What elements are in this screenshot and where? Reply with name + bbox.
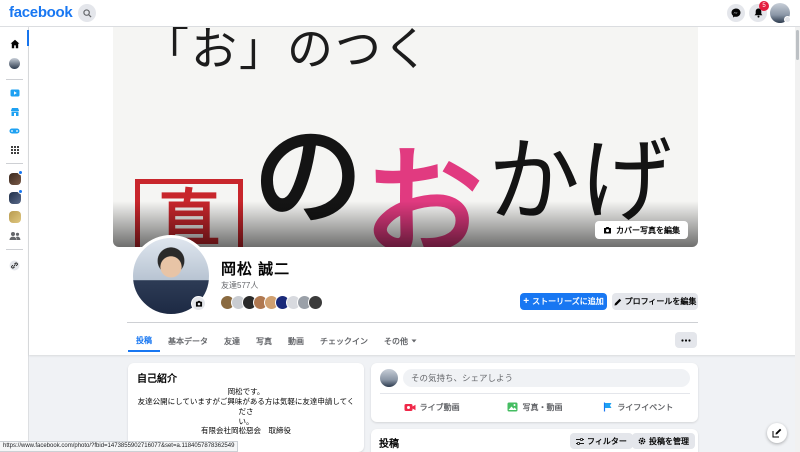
- new-message-button[interactable]: [767, 423, 787, 443]
- top-navigation-bar: facebook 5: [0, 0, 800, 27]
- photo-icon: [507, 402, 518, 412]
- profile-divider: [127, 322, 698, 323]
- manage-posts-button[interactable]: 投稿を管理: [632, 433, 695, 449]
- scrollbar-thumb[interactable]: [796, 30, 799, 60]
- left-rail: [0, 27, 29, 452]
- tab-videos[interactable]: 動画: [280, 330, 312, 352]
- tab-label: 友達: [224, 336, 240, 346]
- composer-input[interactable]: その気持ち、シェアしよう: [403, 369, 690, 387]
- camera-icon: [195, 300, 202, 307]
- tab-label: チェックイン: [320, 336, 368, 346]
- rail-divider: [6, 249, 23, 250]
- add-story-label: ストーリーズに追加: [532, 297, 604, 306]
- live-video-button[interactable]: ライブ動画: [380, 397, 483, 417]
- life-event-button[interactable]: ライフイベント: [587, 397, 690, 417]
- update-profile-picture-button[interactable]: [191, 296, 206, 311]
- gaming-icon[interactable]: [6, 122, 23, 139]
- filter-button[interactable]: フィルター: [570, 433, 633, 449]
- friends-count-link[interactable]: 友達577人: [221, 280, 258, 291]
- tab-label: その他: [384, 336, 408, 346]
- composer-avatar[interactable]: [380, 369, 398, 387]
- live-video-icon: [404, 403, 416, 411]
- profile-avatar-icon[interactable]: [6, 55, 23, 72]
- tab-more[interactable]: その他: [376, 330, 425, 352]
- more-options-button[interactable]: [675, 332, 697, 348]
- friend-avatars-row: [220, 295, 323, 310]
- photo-video-button[interactable]: 写真・動画: [483, 397, 586, 417]
- watch-icon[interactable]: [6, 84, 23, 101]
- bio-line: 友達公開にしていますがご興味がある方は気軽に友達申請してくださ: [137, 397, 355, 416]
- tab-label: 動画: [288, 336, 304, 346]
- page-scrollbar[interactable]: [795, 27, 800, 452]
- tab-checkins[interactable]: チェックイン: [312, 330, 376, 352]
- unread-dot: [18, 170, 23, 175]
- photo-video-label: 写真・動画: [522, 402, 563, 412]
- pencil-icon: [614, 298, 621, 305]
- intro-card: 自己紹介 岡松です。 友達公開にしていますがご興味がある方は気軽に友達申請してく…: [128, 363, 364, 452]
- link-icon[interactable]: [6, 257, 23, 274]
- search-icon: [82, 8, 92, 18]
- compose-icon: [772, 428, 782, 438]
- edit-profile-button[interactable]: プロフィールを編集: [612, 293, 698, 310]
- add-story-button[interactable]: + ストーリーズに追加: [520, 293, 607, 310]
- tab-about[interactable]: 基本データ: [160, 330, 216, 352]
- chevron-down-icon[interactable]: [784, 16, 791, 23]
- tab-friends[interactable]: 友達: [216, 330, 248, 352]
- camera-icon: [604, 227, 611, 234]
- composer-actions: ライブ動画 写真・動画 ライフイベント: [380, 397, 690, 417]
- friend-avatar[interactable]: [308, 295, 323, 310]
- tab-label: 写真: [256, 336, 272, 346]
- life-event-label: ライフイベント: [617, 402, 674, 412]
- cover-text-line1: 「お」のつく: [143, 27, 431, 76]
- edit-cover-button[interactable]: カバー写真を編集: [595, 221, 688, 239]
- live-video-label: ライブ動画: [419, 402, 460, 412]
- intro-work: 有限会社岡松惡会 取締役: [201, 426, 291, 435]
- post-composer: その気持ち、シェアしよう ライブ動画 写真・動画 ライフイベント: [371, 363, 698, 422]
- unread-dot: [18, 189, 23, 194]
- cover-photo[interactable]: 「お」のつく の お かげた 直 カバー写真を編集: [113, 27, 698, 247]
- profile-name: 岡松 誠二: [221, 261, 291, 278]
- filter-icon: [576, 437, 584, 445]
- rail-divider: [6, 163, 23, 164]
- posts-title: 投稿: [379, 439, 399, 450]
- manage-posts-label: 投稿を管理: [649, 436, 689, 446]
- plus-icon: +: [523, 295, 530, 307]
- group-shortcut-3[interactable]: [6, 208, 23, 225]
- caret-down-icon: [411, 339, 417, 343]
- gear-icon: [638, 437, 646, 445]
- flag-icon: [604, 402, 612, 412]
- apps-grid-icon[interactable]: [6, 141, 23, 158]
- notification-badge: 5: [759, 1, 769, 11]
- edit-profile-label: プロフィールを編集: [624, 297, 697, 306]
- bio-line: 岡松です。: [227, 387, 265, 396]
- more-horizontal-icon: [681, 338, 691, 342]
- filter-label: フィルター: [587, 436, 627, 446]
- home-icon[interactable]: [6, 35, 23, 52]
- profile-tabs: 投稿 基本データ 友達 写真 動画 チェックイン その他: [128, 330, 425, 352]
- intro-title: 自己紹介: [137, 374, 177, 385]
- link-preview-statusbar: https://www.facebook.com/photo/?fbid=147…: [0, 441, 239, 452]
- facebook-logo[interactable]: facebook: [9, 4, 73, 21]
- search-button[interactable]: [78, 4, 96, 22]
- friends-icon[interactable]: [6, 227, 23, 244]
- rail-divider: [6, 79, 23, 80]
- messenger-icon: [731, 8, 741, 18]
- intro-bio: 岡松です。 友達公開にしていますがご興味がある方は気軽に友達申請してくださ い。: [136, 387, 356, 427]
- tab-photos[interactable]: 写真: [248, 330, 280, 352]
- edit-cover-label: カバー写真を編集: [616, 225, 680, 235]
- marketplace-icon[interactable]: [6, 103, 23, 120]
- tab-label: 基本データ: [168, 336, 208, 346]
- tab-posts[interactable]: 投稿: [128, 330, 160, 352]
- posts-header-card: 投稿 フィルター 投稿を管理: [371, 429, 698, 452]
- messenger-button[interactable]: [727, 4, 745, 22]
- composer-divider: [380, 393, 690, 394]
- tab-label: 投稿: [136, 335, 152, 345]
